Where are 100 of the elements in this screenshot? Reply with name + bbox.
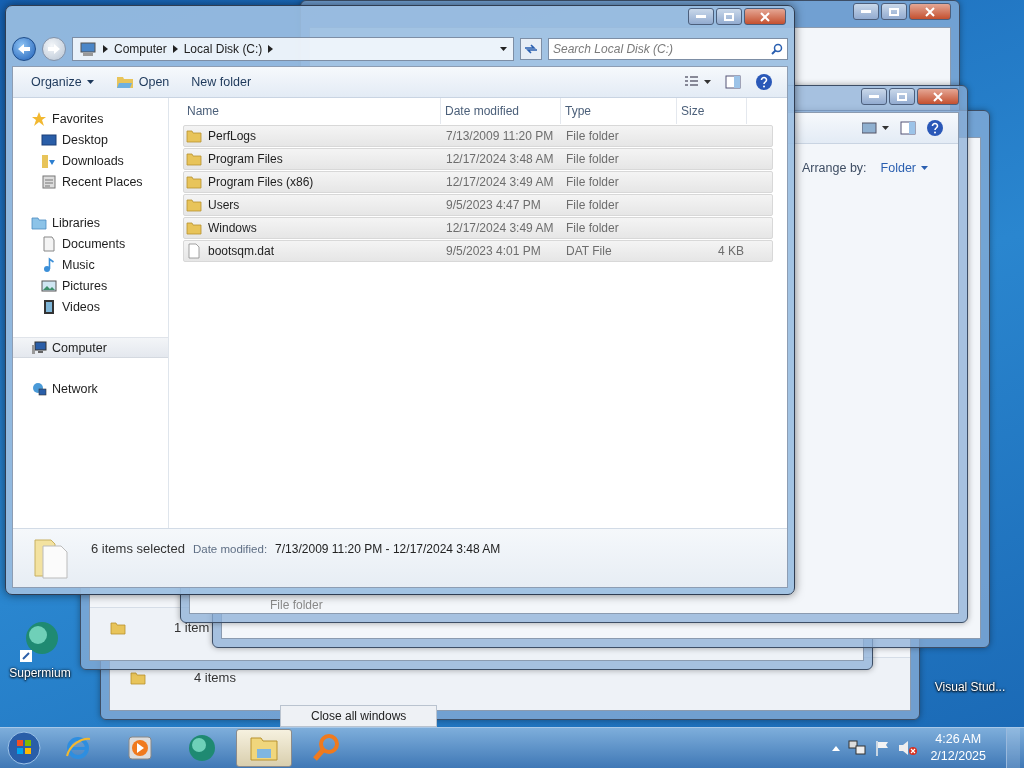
help-icon[interactable]: [926, 119, 944, 137]
nav-item[interactable]: Pictures: [13, 275, 168, 296]
start-button[interactable]: [4, 729, 44, 767]
toolbar-button[interactable]: Open: [107, 71, 178, 93]
maximize-icon: [889, 7, 899, 16]
nav-item[interactable]: Libraries: [13, 212, 168, 233]
clock[interactable]: 4:26 AM 2/12/2025: [926, 731, 990, 765]
computer-icon: [31, 339, 47, 356]
file-row[interactable]: PerfLogs 7/13/2009 11:20 PM File folder: [183, 125, 773, 147]
open-folder-icon: [115, 75, 134, 89]
column-header[interactable]: Date modified: [441, 98, 561, 124]
type-cell-text: File folder: [565, 221, 620, 235]
toolbar-button[interactable]: New folder: [183, 71, 260, 93]
date-cell-text: 12/17/2024 3:49 AM: [445, 221, 555, 235]
network-icon[interactable]: [848, 740, 867, 756]
desktop-icon-label[interactable]: Visual Stud...: [934, 680, 1006, 694]
address-bar[interactable]: Computer Local Disk (C:): [72, 37, 514, 61]
flag-icon[interactable]: [874, 740, 891, 756]
breadcrumb-item[interactable]: Computer: [114, 42, 167, 56]
taskbar-app[interactable]: [236, 729, 292, 767]
ie-icon: [64, 734, 92, 762]
minimize-icon: [869, 95, 879, 98]
nav-item[interactable]: Music: [13, 254, 168, 275]
details-view-icon: [685, 76, 711, 88]
folder-icon: [186, 197, 202, 213]
file-row[interactable]: Program Files (x86) 12/17/2024 3:49 AM File folder: [183, 171, 773, 193]
nav-item[interactable]: Desktop: [13, 129, 168, 150]
desktop-icon-label[interactable]: Supermium: [9, 666, 71, 680]
file-name: Windows: [208, 221, 257, 235]
document-icon: [41, 235, 57, 252]
type-cell-text: File folder: [565, 129, 620, 143]
folder-icon: [186, 151, 202, 167]
file-row[interactable]: bootsqm.dat 9/5/2023 4:01 PM DAT File 4 KB: [183, 240, 773, 262]
breadcrumb-item[interactable]: Local Disk (C:): [183, 42, 263, 56]
computer-icon: [79, 41, 97, 57]
maximize-button[interactable]: [716, 8, 742, 25]
help-icon: [755, 73, 773, 91]
file-icon: [186, 243, 202, 259]
date-range: 7/13/2009 11:20 PM - 12/17/2024 3:48 AM: [275, 541, 501, 556]
minimize-button[interactable]: [861, 88, 887, 105]
close-button[interactable]: [917, 88, 959, 105]
folder-view-icon[interactable]: [862, 122, 890, 134]
forward-button[interactable]: [42, 37, 66, 61]
file-name: Program Files (x86): [208, 175, 314, 189]
type-cell-text: DAT File: [565, 244, 613, 258]
muted-speaker-icon[interactable]: [898, 740, 919, 756]
toolbar-button[interactable]: Organize: [23, 71, 102, 93]
minimize-icon: [696, 15, 706, 18]
nav-item[interactable]: Favorites: [13, 108, 168, 129]
type-cell-text: File folder: [565, 198, 620, 212]
file-row[interactable]: Windows 12/17/2024 3:49 AM File folder: [183, 217, 773, 239]
preview-pane-icon: [725, 75, 741, 89]
music-note-icon: [41, 256, 57, 273]
nav-item[interactable]: Documents: [13, 233, 168, 254]
item-count: 4 items: [194, 670, 236, 685]
magnifier-icon: [311, 733, 341, 763]
minimize-button[interactable]: [688, 8, 714, 25]
file-name: Program Files: [208, 152, 283, 166]
file-row[interactable]: Users 9/5/2023 4:47 PM File folder: [183, 194, 773, 216]
maximize-button[interactable]: [881, 3, 907, 20]
tooltip: Close all windows: [280, 705, 438, 727]
network-icon: [31, 380, 47, 397]
column-header[interactable]: Type: [561, 98, 677, 124]
close-icon: [933, 91, 943, 102]
preview-pane-icon[interactable]: [900, 121, 916, 135]
search-field[interactable]: Search Local Disk (C:): [548, 38, 788, 60]
close-icon: [925, 6, 935, 17]
column-header[interactable]: Size: [677, 98, 747, 124]
folder-icon: [186, 220, 202, 236]
maximize-button[interactable]: [889, 88, 915, 105]
media-player-icon: [127, 735, 153, 761]
column-header[interactable]: Name: [183, 98, 441, 124]
arrange-dropdown[interactable]: Folder: [880, 161, 928, 175]
selection-count: 6 items selected: [91, 540, 185, 556]
nav-item[interactable]: Recent Places: [13, 171, 168, 192]
refresh-icon: [524, 43, 538, 55]
dropdown-caret-icon: [86, 80, 94, 84]
nav-item[interactable]: Computer: [13, 337, 168, 358]
close-button[interactable]: [909, 3, 951, 20]
minimize-button[interactable]: [853, 3, 879, 20]
file-type-text: File folder: [269, 598, 324, 613]
dropdown-caret-icon[interactable]: [500, 47, 507, 51]
type-cell-text: File folder: [565, 152, 620, 166]
nav-item[interactable]: Downloads: [13, 150, 168, 171]
nav-item[interactable]: Videos: [13, 296, 168, 317]
refresh-button[interactable]: [520, 38, 542, 60]
chevron-icon: [268, 45, 274, 53]
back-button[interactable]: [12, 37, 36, 61]
nav-item[interactable]: Network: [13, 378, 168, 399]
close-button[interactable]: [744, 8, 786, 25]
date-cell-text: 9/5/2023 4:01 PM: [445, 244, 542, 258]
maximize-icon: [724, 12, 734, 21]
file-row[interactable]: Program Files 12/17/2024 3:48 AM File folder: [183, 148, 773, 170]
date-cell-text: 9/5/2023 4:47 PM: [445, 198, 542, 212]
show-hidden-icons-button[interactable]: [832, 745, 841, 751]
arrange-by-label: Arrange by:: [801, 161, 867, 175]
date-modified-label: Date modified:: [192, 542, 268, 555]
type-cell-text: File folder: [565, 175, 620, 189]
chevron-icon: [172, 45, 178, 53]
film-icon: [41, 298, 57, 315]
